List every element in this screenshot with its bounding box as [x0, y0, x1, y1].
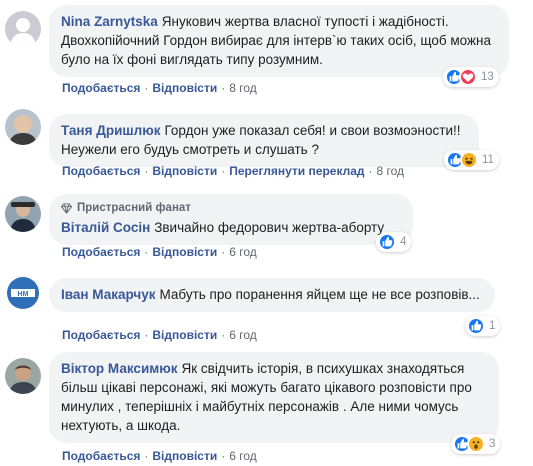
reaction-count: 1 [489, 320, 496, 332]
reply-action[interactable]: Відповісти [152, 164, 217, 178]
like-icon [467, 317, 485, 335]
profile-photo-icon [5, 358, 41, 394]
profile-photo-icon [5, 196, 41, 232]
reaction-summary[interactable]: 13 [443, 67, 499, 87]
like-action[interactable]: Подобається [62, 449, 140, 463]
like-action[interactable]: Подобається [62, 81, 140, 95]
see-translation-link[interactable]: Переглянути переклад [229, 164, 364, 178]
love-icon [459, 68, 477, 86]
avatar[interactable] [5, 11, 41, 47]
comment-author[interactable]: Віктор Максимюк [61, 361, 178, 376]
reaction-summary[interactable]: 3 [451, 434, 501, 454]
comment-timestamp[interactable]: 6 год [229, 245, 257, 259]
comment-author[interactable]: Віталій Сосін [61, 220, 150, 235]
reaction-count: 11 [482, 154, 494, 166]
reaction-count: 4 [400, 236, 407, 248]
reply-action[interactable]: Відповісти [152, 245, 217, 259]
comment-timestamp[interactable]: 8 год [229, 81, 257, 95]
comment-bubble: Таня Дришлюк Гордон уже показал себя! и с… [49, 114, 479, 167]
avatar[interactable] [5, 109, 41, 145]
comment-bubble: Віктор Максимюк Як свідчить історія, в пс… [49, 352, 499, 443]
comment-bubble: Іван Макарчук Мабуть про поранення яйцем … [49, 278, 495, 312]
comment-actions: Подобається · Відповісти · 6 год [62, 245, 257, 259]
top-fan-badge[interactable]: Пристрасний фанат [61, 201, 401, 215]
comment-text: Мабуть про поранення яйцем ще не все роз… [159, 287, 480, 302]
default-avatar-icon [5, 11, 41, 47]
reply-action[interactable]: Відповісти [152, 328, 217, 342]
svg-text:НМ: НМ [18, 291, 29, 298]
comment-text: Звичайно федорович жертва-аборту [154, 220, 385, 235]
reaction-count: 13 [481, 71, 494, 83]
avatar[interactable]: НМ [5, 275, 41, 311]
comment-timestamp[interactable]: 6 год [229, 328, 257, 342]
comment-actions: Подобається · Відповісти · 6 год [62, 449, 257, 463]
like-action[interactable]: Подобається [62, 164, 140, 178]
comment-timestamp[interactable]: 6 год [229, 449, 257, 463]
reaction-summary[interactable]: 4 [376, 232, 412, 252]
top-fan-label: Пристрасний фанат [77, 202, 191, 214]
reply-action[interactable]: Відповісти [152, 449, 217, 463]
profile-photo-icon [5, 109, 41, 145]
reaction-summary[interactable]: 11 [444, 150, 499, 170]
diamond-icon [61, 202, 72, 214]
reply-action[interactable]: Відповісти [152, 81, 217, 95]
avatar[interactable] [5, 196, 41, 232]
avatar[interactable] [5, 358, 41, 394]
like-action[interactable]: Подобається [62, 328, 140, 342]
comment-author[interactable]: Іван Макарчук [61, 287, 155, 302]
comment-author[interactable]: Таня Дришлюк [61, 123, 160, 138]
like-action[interactable]: Подобається [62, 245, 140, 259]
like-icon [378, 233, 396, 251]
comment-actions: Подобається · Відповісти · 8 год [62, 81, 257, 95]
comment-actions: Подобається · Відповісти · 6 год [62, 328, 257, 342]
comment-bubble: Пристрасний фанат Віталій Сосін Звичайно … [49, 194, 413, 245]
reaction-summary[interactable]: 1 [465, 316, 501, 336]
haha-icon [460, 151, 478, 169]
comment-actions: Подобається · Відповісти · Переглянути перек… [62, 164, 405, 178]
wow-icon [467, 435, 485, 453]
comment-bubble: Nina Zarnytska Янукович жертва власної ту… [49, 5, 509, 77]
profile-photo-icon: НМ [5, 275, 41, 311]
comment-timestamp[interactable]: 8 год [377, 164, 405, 178]
comment-author[interactable]: Nina Zarnytska [61, 14, 158, 29]
reaction-count: 3 [489, 438, 496, 450]
